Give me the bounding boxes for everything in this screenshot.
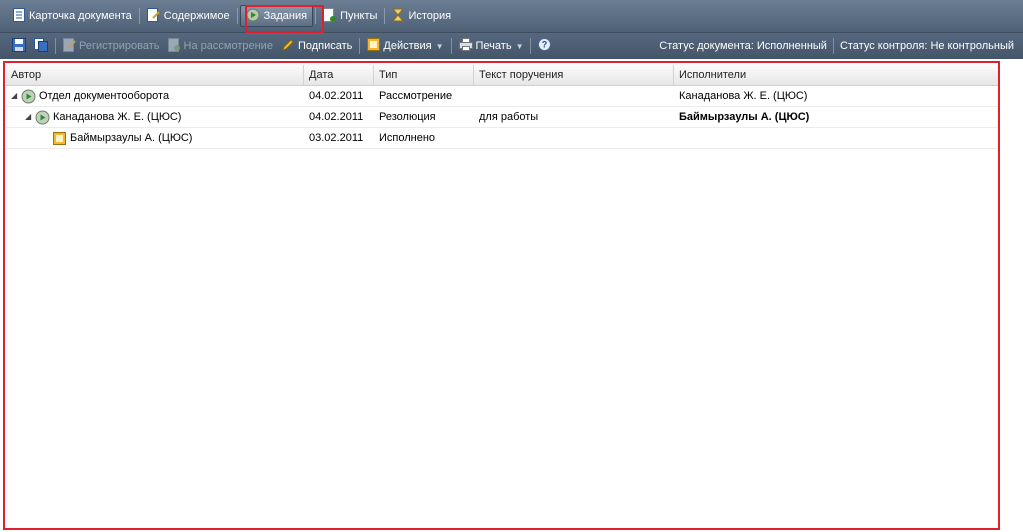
expand-arrow-icon[interactable]: ◢ — [25, 107, 35, 127]
register-label: Регистрировать — [79, 40, 160, 52]
pencil-icon — [281, 38, 295, 55]
tab-separator — [138, 8, 140, 24]
save-copy-icon — [34, 37, 48, 55]
table-row[interactable]: ◢ Канаданова Ж. Е. (ЦЮС) 04.02.2011 Резо… — [6, 107, 1000, 128]
tab-separator — [236, 8, 238, 24]
type-cell: Исполнено — [379, 132, 436, 144]
text-cell — [474, 86, 674, 106]
date-cell: 03.02.2011 — [309, 132, 364, 144]
column-header-date[interactable]: Дата — [304, 65, 374, 86]
tab-separator — [384, 8, 386, 24]
column-header-task-text[interactable]: Текст поручения — [474, 65, 674, 86]
tab-label: Содержимое — [163, 10, 230, 22]
tasks-grid: Автор Дата Тип Текст поручения Исполните… — [6, 65, 1000, 515]
document-toolbar: Регистрировать На рассмотрение Подписать… — [0, 33, 1023, 59]
actions-label: Действия — [383, 40, 432, 52]
task-icon — [35, 110, 50, 125]
column-header-type[interactable]: Тип — [374, 65, 474, 86]
actions-icon — [367, 38, 381, 54]
chevron-down-icon: ▼ — [435, 41, 444, 51]
author-cell: ◢ Канаданова Ж. Е. (ЦЮС) — [6, 107, 304, 127]
register-icon — [63, 37, 76, 55]
text-cell: для работы — [479, 111, 539, 123]
review-label: На рассмотрение — [183, 40, 273, 52]
toolbar-separator — [359, 38, 361, 54]
status-separator — [832, 38, 834, 54]
table-row[interactable]: Баймырзаулы А. (ЦЮС) 03.02.2011 Исполнен… — [6, 128, 1000, 149]
status-area: Статус документа: Исполненный Статус кон… — [659, 38, 1023, 54]
tab-document-card[interactable]: Карточка документа — [8, 5, 137, 27]
doc-status-label: Статус документа: — [659, 40, 754, 52]
expand-arrow-icon[interactable]: ◢ — [11, 86, 21, 106]
author-name: Баймырзаулы А. (ЦЮС) — [70, 132, 193, 144]
toolbar-separator — [530, 38, 532, 54]
document-card-icon — [13, 7, 25, 25]
history-icon — [392, 8, 405, 25]
author-cell: Баймырзаулы А. (ЦЮС) — [6, 128, 304, 148]
save-icon — [12, 37, 26, 55]
sign-label: Подписать — [297, 40, 353, 52]
print-label: Печать — [475, 40, 512, 52]
tab-history[interactable]: История — [387, 5, 456, 27]
column-header-author[interactable]: Автор — [6, 65, 304, 86]
control-status-label: Статус контроля: — [839, 40, 928, 52]
executors-cell — [674, 128, 1000, 148]
doc-status-value: Исполненный — [756, 40, 827, 52]
send-for-review-button[interactable]: На рассмотрение — [164, 36, 277, 56]
chevron-down-icon: ▼ — [515, 41, 524, 51]
tab-content[interactable]: Содержимое — [142, 5, 235, 27]
save-as-button[interactable] — [30, 36, 52, 56]
items-icon — [323, 7, 337, 25]
grid-header: Автор Дата Тип Текст поручения Исполните… — [6, 65, 1000, 86]
register-button[interactable]: Регистрировать — [59, 36, 164, 56]
tab-label: История — [408, 10, 452, 22]
tab-label: Карточка документа — [29, 10, 132, 22]
author-name: Канаданова Ж. Е. (ЦЮС) — [53, 111, 182, 123]
active-tab-highlight — [245, 5, 324, 33]
tab-label: Пункты — [340, 10, 378, 22]
print-menu-button[interactable]: Печать ▼ — [455, 36, 528, 56]
save-button[interactable] — [8, 36, 30, 56]
sign-button[interactable]: Подписать — [277, 36, 356, 56]
help-icon: ? — [538, 38, 552, 54]
date-cell: 04.02.2011 — [309, 111, 364, 123]
tab-items[interactable]: Пункты — [318, 5, 382, 27]
table-row[interactable]: ◢ Отдел документооборота 04.02.2011 Расс… — [6, 86, 1000, 107]
help-button[interactable]: ? — [534, 36, 555, 56]
date-cell: 04.02.2011 — [309, 90, 364, 102]
author-cell: ◢ Отдел документооборота — [6, 86, 304, 106]
task-icon — [21, 89, 36, 104]
author-name: Отдел документооборота — [39, 90, 170, 102]
toolbar-separator — [450, 38, 452, 54]
type-cell: Рассмотрение — [379, 90, 453, 102]
control-status-value: Не контрольный — [930, 40, 1014, 52]
report-icon — [53, 131, 66, 145]
executors-cell: Баймырзаулы А. (ЦЮС) — [679, 111, 810, 123]
column-header-executors[interactable]: Исполнители — [674, 65, 1000, 86]
executors-cell: Канаданова Ж. Е. (ЦЮС) — [679, 90, 808, 102]
document-tab-bar: Карточка документа Содержимое Задания Пу… — [0, 0, 1023, 33]
type-cell: Резолюция — [379, 111, 436, 123]
printer-icon — [458, 38, 473, 54]
content-icon — [146, 7, 160, 25]
text-cell — [474, 128, 674, 148]
review-icon — [167, 37, 181, 55]
svg-text:?: ? — [542, 40, 548, 50]
toolbar-separator — [55, 38, 56, 54]
actions-menu-button[interactable]: Действия ▼ — [363, 36, 447, 56]
